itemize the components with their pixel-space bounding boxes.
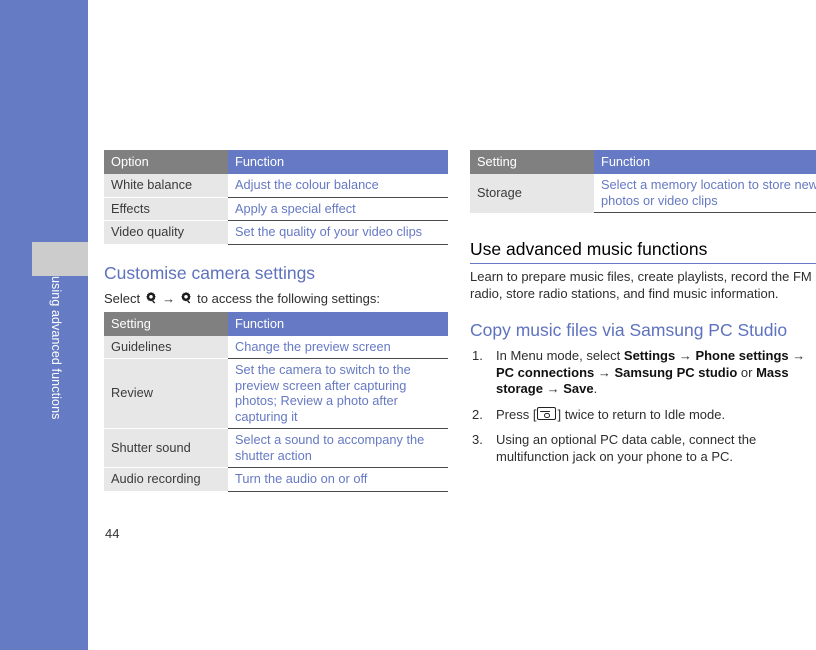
left-column: Option Function White balance Adjust the… <box>104 150 448 492</box>
table-header-row: Option Function <box>104 150 448 174</box>
setting-name: Shutter sound <box>104 428 228 468</box>
table-row: Shutter sound Select a sound to accompan… <box>104 428 448 468</box>
sidebar-chapter-tab <box>32 242 88 276</box>
camera-options-table: Option Function White balance Adjust the… <box>104 150 448 245</box>
storage-table-wrapper: Setting Function Storage Select a memory… <box>470 150 816 213</box>
setting-description: Select a sound to accompany the shutter … <box>228 428 448 468</box>
menu-path-term: PC connections <box>496 364 595 380</box>
table-row: White balance Adjust the colour balance <box>104 174 448 198</box>
gear-icon <box>144 291 158 305</box>
setting-description: Change the preview screen <box>228 335 448 359</box>
option-name: Video quality <box>104 220 228 244</box>
menu-path-term: Settings <box>623 348 676 363</box>
list-item: Using an optional PC data cable, connect… <box>472 432 757 464</box>
setting-name: Storage <box>470 174 594 213</box>
arrow-separator: → <box>788 348 806 363</box>
end-call-key-icon <box>537 406 557 420</box>
section-heading-customise-camera-settings: Customise camera settings <box>104 262 316 283</box>
option-name: Effects <box>104 197 228 221</box>
setting-description: Set the camera to switch to the preview … <box>228 358 448 429</box>
camera-settings-table: Setting Function Guidelines Change the p… <box>104 311 448 492</box>
table-header-function: Function <box>228 311 448 336</box>
table-header-option: Option <box>104 150 228 174</box>
select-suffix-text: to access the following settings: <box>197 290 380 306</box>
table-header-row: Setting Function <box>104 311 448 336</box>
list-item: In Menu mode, select Settings → Phone se… <box>472 348 806 396</box>
right-column: Setting Function Storage Select a memory… <box>470 150 816 474</box>
arrow-separator: → <box>162 290 176 306</box>
table-header-setting: Setting <box>104 311 228 336</box>
section-intro-paragraph: Learn to prepare music files, create pla… <box>470 269 812 301</box>
setting-description: Select a memory location to store new ph… <box>594 174 816 213</box>
select-prefix-text: Select <box>104 290 141 306</box>
setting-name: Audio recording <box>104 467 228 491</box>
menu-path-term: Samsung PC studio <box>614 364 738 380</box>
select-instruction-line: Select → to access the following setting… <box>104 290 448 307</box>
setting-name: Guidelines <box>104 335 228 359</box>
arrow-separator: → <box>594 364 615 380</box>
setting-name: Review <box>104 358 228 429</box>
menu-path-term: Phone settings <box>695 348 789 363</box>
option-name: White balance <box>104 174 228 198</box>
table-header-function: Function <box>228 150 448 174</box>
table-row: Review Set the camera to switch to the p… <box>104 358 448 429</box>
table-row: Video quality Set the quality of your vi… <box>104 220 448 245</box>
table-header-function: Function <box>594 150 816 174</box>
table-header-row: Setting Function <box>470 150 816 174</box>
option-description: Adjust the colour balance <box>228 174 448 198</box>
section-heading-use-advanced-music-functions: Use advanced music functions <box>470 239 816 264</box>
table-row: Storage Select a memory location to stor… <box>470 174 816 213</box>
arrow-separator: → <box>542 381 564 396</box>
sidebar: using advanced functions <box>0 0 88 650</box>
menu-path-term: Save <box>563 381 594 396</box>
subsection-heading-copy-music-files: Copy music files via Samsung PC Studio <box>470 320 788 340</box>
arrow-separator: → <box>675 348 696 363</box>
table-header-setting: Setting <box>470 150 594 174</box>
option-description: Apply a special effect <box>228 197 448 221</box>
numbered-steps-list: In Menu mode, select Settings → Phone se… <box>470 348 816 465</box>
table-row: Audio recording Turn the audio on or off <box>104 467 448 492</box>
gear-icon <box>179 291 193 305</box>
table-row: Effects Apply a special effect <box>104 197 448 221</box>
table-row: Guidelines Change the preview screen <box>104 335 448 359</box>
setting-description: Turn the audio on or off <box>228 467 448 492</box>
storage-settings-table: Setting Function Storage Select a memory… <box>470 150 816 213</box>
sidebar-chapter-label: using advanced functions <box>49 276 63 420</box>
page-number: 44 <box>105 526 120 541</box>
list-item: Press [] twice to return to Idle mode. <box>472 406 726 423</box>
option-description: Set the quality of your video clips <box>228 220 448 245</box>
